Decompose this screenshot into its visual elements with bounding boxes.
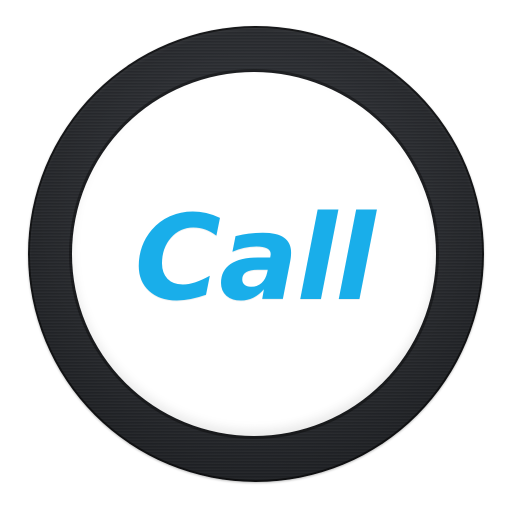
call-button-icon[interactable]: Call [0,0,512,512]
call-button-face[interactable]: Call [72,72,436,436]
call-button-label: Call [134,189,375,327]
